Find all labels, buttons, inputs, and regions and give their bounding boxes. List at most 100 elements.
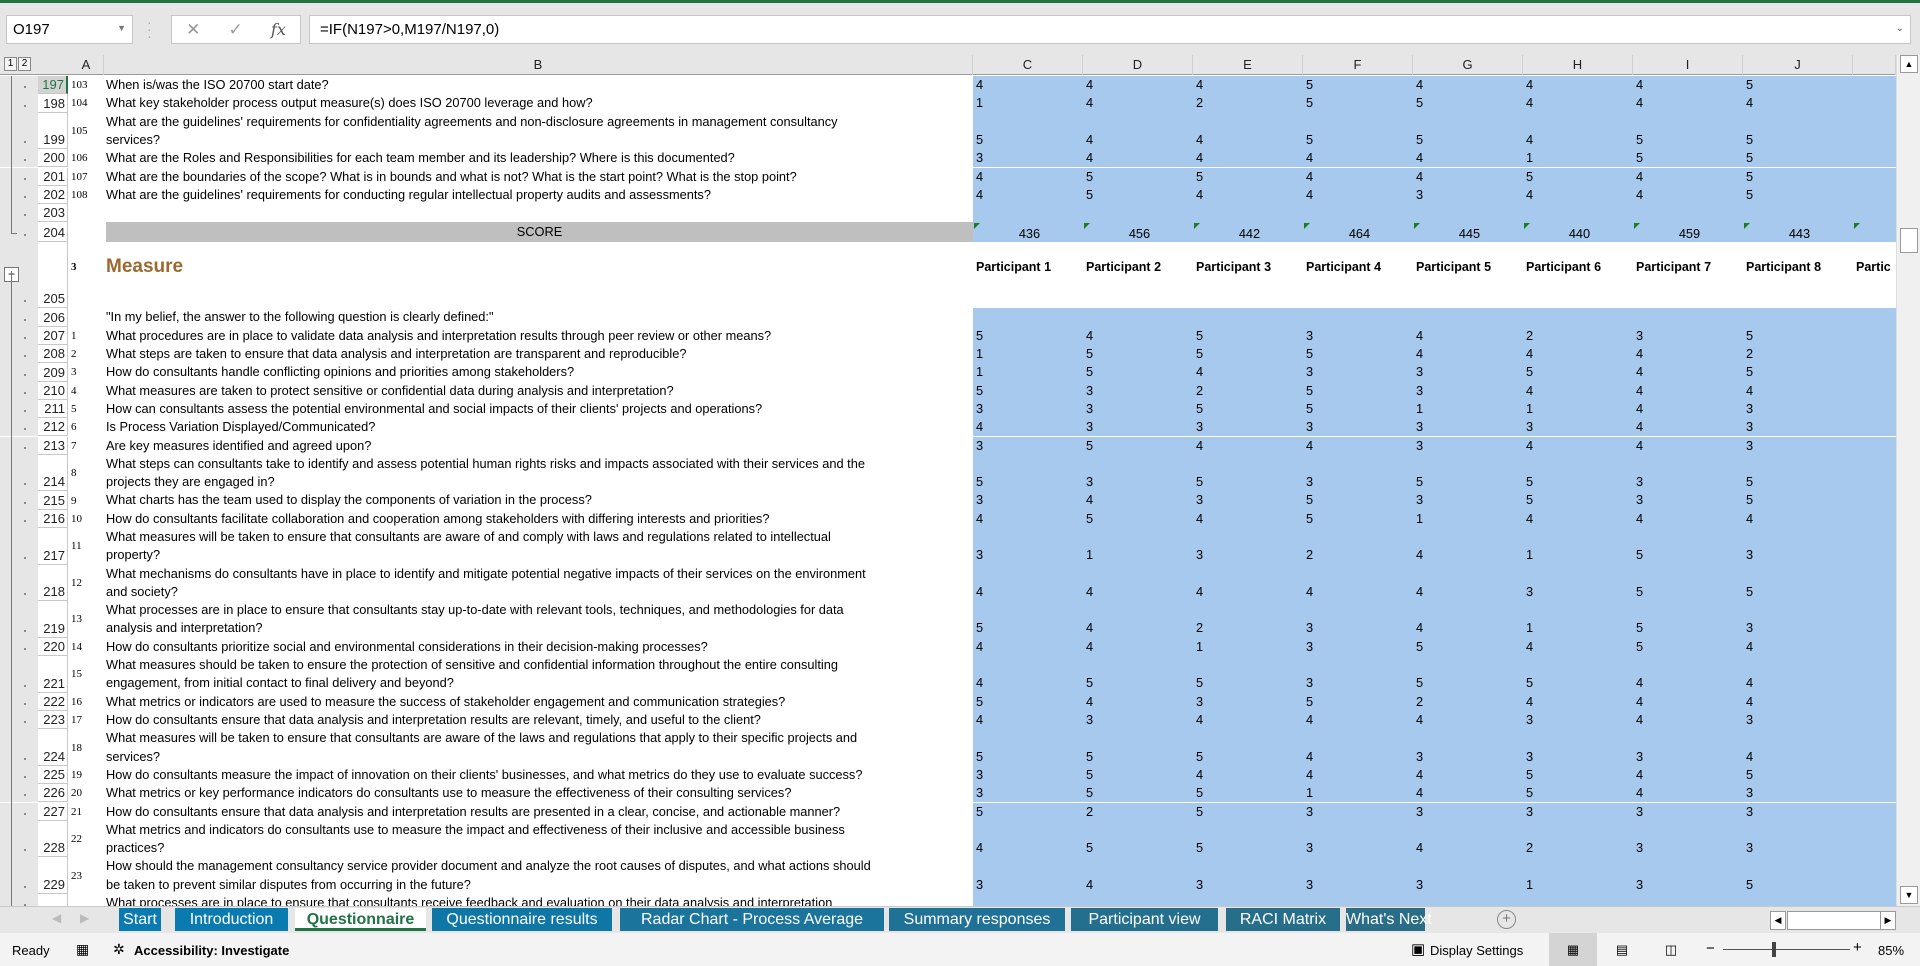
row-header[interactable] [38,242,68,292]
score-cell[interactable] [1853,436,1896,455]
score-cell[interactable]: 3 [1413,363,1523,382]
score-cell[interactable]: 5 [1633,112,1743,150]
score-cell[interactable] [1853,784,1896,803]
normal-view-icon[interactable]: ▦ [1549,933,1597,966]
score-cell[interactable] [1853,454,1896,492]
row-header[interactable]: 224 [38,729,68,766]
score-cell[interactable]: 5 [1193,326,1303,345]
score-cell[interactable]: 5 [1193,729,1303,766]
score-cell[interactable]: 2 [1303,528,1413,565]
row-header[interactable]: 205 [38,291,68,309]
score-cell[interactable]: 3 [1303,454,1413,492]
score-cell[interactable]: 3 [1413,857,1523,894]
score-cell[interactable]: 4 [1633,784,1743,803]
column-header-c[interactable]: C [973,55,1083,75]
question-text[interactable]: What are the Roles and Responsibilities … [106,149,973,167]
row-header[interactable]: 200 [38,149,68,168]
accessibility-icon[interactable]: ✲ [113,941,125,958]
score-cell[interactable] [1633,308,1743,327]
score-cell[interactable] [1853,94,1896,113]
row-header[interactable]: 222 [38,692,68,711]
tab-questionnaire-results[interactable]: Questionnaire results [432,908,612,931]
score-cell[interactable]: 5 [1303,692,1413,711]
score-cell[interactable]: 4 [1633,363,1743,382]
score-cell[interactable]: 4 [1193,711,1303,730]
score-cell[interactable] [1853,345,1896,364]
score-cell[interactable]: 4 [973,185,1083,205]
score-cell[interactable] [1853,363,1896,382]
score-cell[interactable]: 4 [1413,326,1523,345]
score-cell[interactable] [1853,76,1896,95]
score-cell[interactable]: 4 [1413,149,1523,168]
score-cell[interactable]: 3 [1633,802,1743,821]
score-cell[interactable]: 3 [1083,711,1193,730]
score-cell[interactable]: 4 [1633,381,1743,400]
score-cell[interactable]: 3 [1523,418,1633,437]
score-cell[interactable] [1413,204,1523,223]
score-cell[interactable]: 4 [1633,345,1743,364]
score-cell[interactable]: 4 [1083,637,1193,657]
score-cell[interactable]: 3 [1303,601,1413,638]
score-cell[interactable]: 2 [1193,381,1303,400]
score-cell[interactable]: 2 [1193,601,1303,638]
row-header[interactable]: 226 [38,784,68,803]
score-cell[interactable]: 4 [1083,491,1193,510]
row-header[interactable]: 217 [38,528,68,565]
row-header[interactable]: 209 [38,363,68,382]
score-cell[interactable]: 4 [1083,326,1193,345]
next-sheet-icon[interactable]: ▶ [80,911,89,925]
total-score-cell[interactable]: 436 [973,222,1083,243]
question-text[interactable]: What are the boundaries of the scope? Wh… [106,168,973,186]
column-header-j[interactable]: J [1743,55,1853,75]
score-cell[interactable]: 4 [1413,345,1523,364]
score-cell[interactable]: 5 [1193,784,1303,803]
score-cell[interactable]: 5 [1413,656,1523,693]
score-cell[interactable]: 5 [1083,656,1193,693]
score-cell[interactable] [1853,857,1896,894]
row-header[interactable]: 219 [38,601,68,638]
score-cell[interactable] [1853,491,1896,510]
score-cell[interactable]: 5 [1633,637,1743,657]
row-header[interactable]: 212 [38,418,68,437]
score-cell[interactable]: 4 [1303,711,1413,730]
score-cell[interactable]: 5 [1193,454,1303,492]
score-cell[interactable] [1083,308,1193,327]
row-header[interactable]: 211 [38,399,68,419]
row-header[interactable]: 220 [38,637,68,657]
score-cell[interactable]: 5 [1743,185,1853,205]
outline-level-1-button[interactable]: 1 [4,57,17,71]
score-cell[interactable]: 4 [1633,167,1743,186]
score-cell[interactable]: 1 [1523,399,1633,419]
score-cell[interactable]: 3 [1303,802,1413,821]
score-cell[interactable] [1853,894,1896,906]
score-cell[interactable]: 3 [1193,418,1303,437]
score-cell[interactable] [1853,802,1896,821]
score-cell[interactable] [973,894,1083,906]
score-cell[interactable] [1303,204,1413,223]
scroll-down-icon[interactable]: ▼ [1900,886,1918,904]
score-cell[interactable]: 5 [1303,76,1413,95]
score-cell[interactable]: 4 [1193,509,1303,528]
tab-questionnaire[interactable]: Questionnaire [295,908,426,931]
total-score-cell[interactable]: 445 [1413,222,1523,243]
row-header[interactable]: 204 [38,222,68,243]
score-cell[interactable]: 4 [1193,112,1303,150]
score-cell[interactable] [973,308,1083,327]
prev-sheet-icon[interactable]: ◀ [52,911,61,925]
score-cell[interactable]: 3 [973,528,1083,565]
score-cell[interactable]: 5 [1193,802,1303,821]
score-cell[interactable] [1193,894,1303,906]
scroll-thumb[interactable] [1900,228,1918,253]
score-cell[interactable]: 5 [1193,167,1303,186]
question-text[interactable]: How can consultants assess the potential… [106,400,973,418]
column-header-k[interactable] [1853,55,1896,75]
question-text[interactable]: When is/was the ISO 20700 start date? [106,76,973,94]
question-text[interactable]: What steps can consultants take to ident… [106,455,973,492]
score-cell[interactable]: 4 [1413,76,1523,95]
question-text[interactable]: What charts has the team used to display… [106,491,973,509]
score-cell[interactable]: 4 [1193,149,1303,168]
score-cell[interactable]: 4 [1083,692,1193,711]
question-text[interactable]: What measures will be taken to ensure th… [106,729,973,766]
score-cell[interactable]: 3 [1413,185,1523,205]
score-cell[interactable]: 1 [973,363,1083,382]
